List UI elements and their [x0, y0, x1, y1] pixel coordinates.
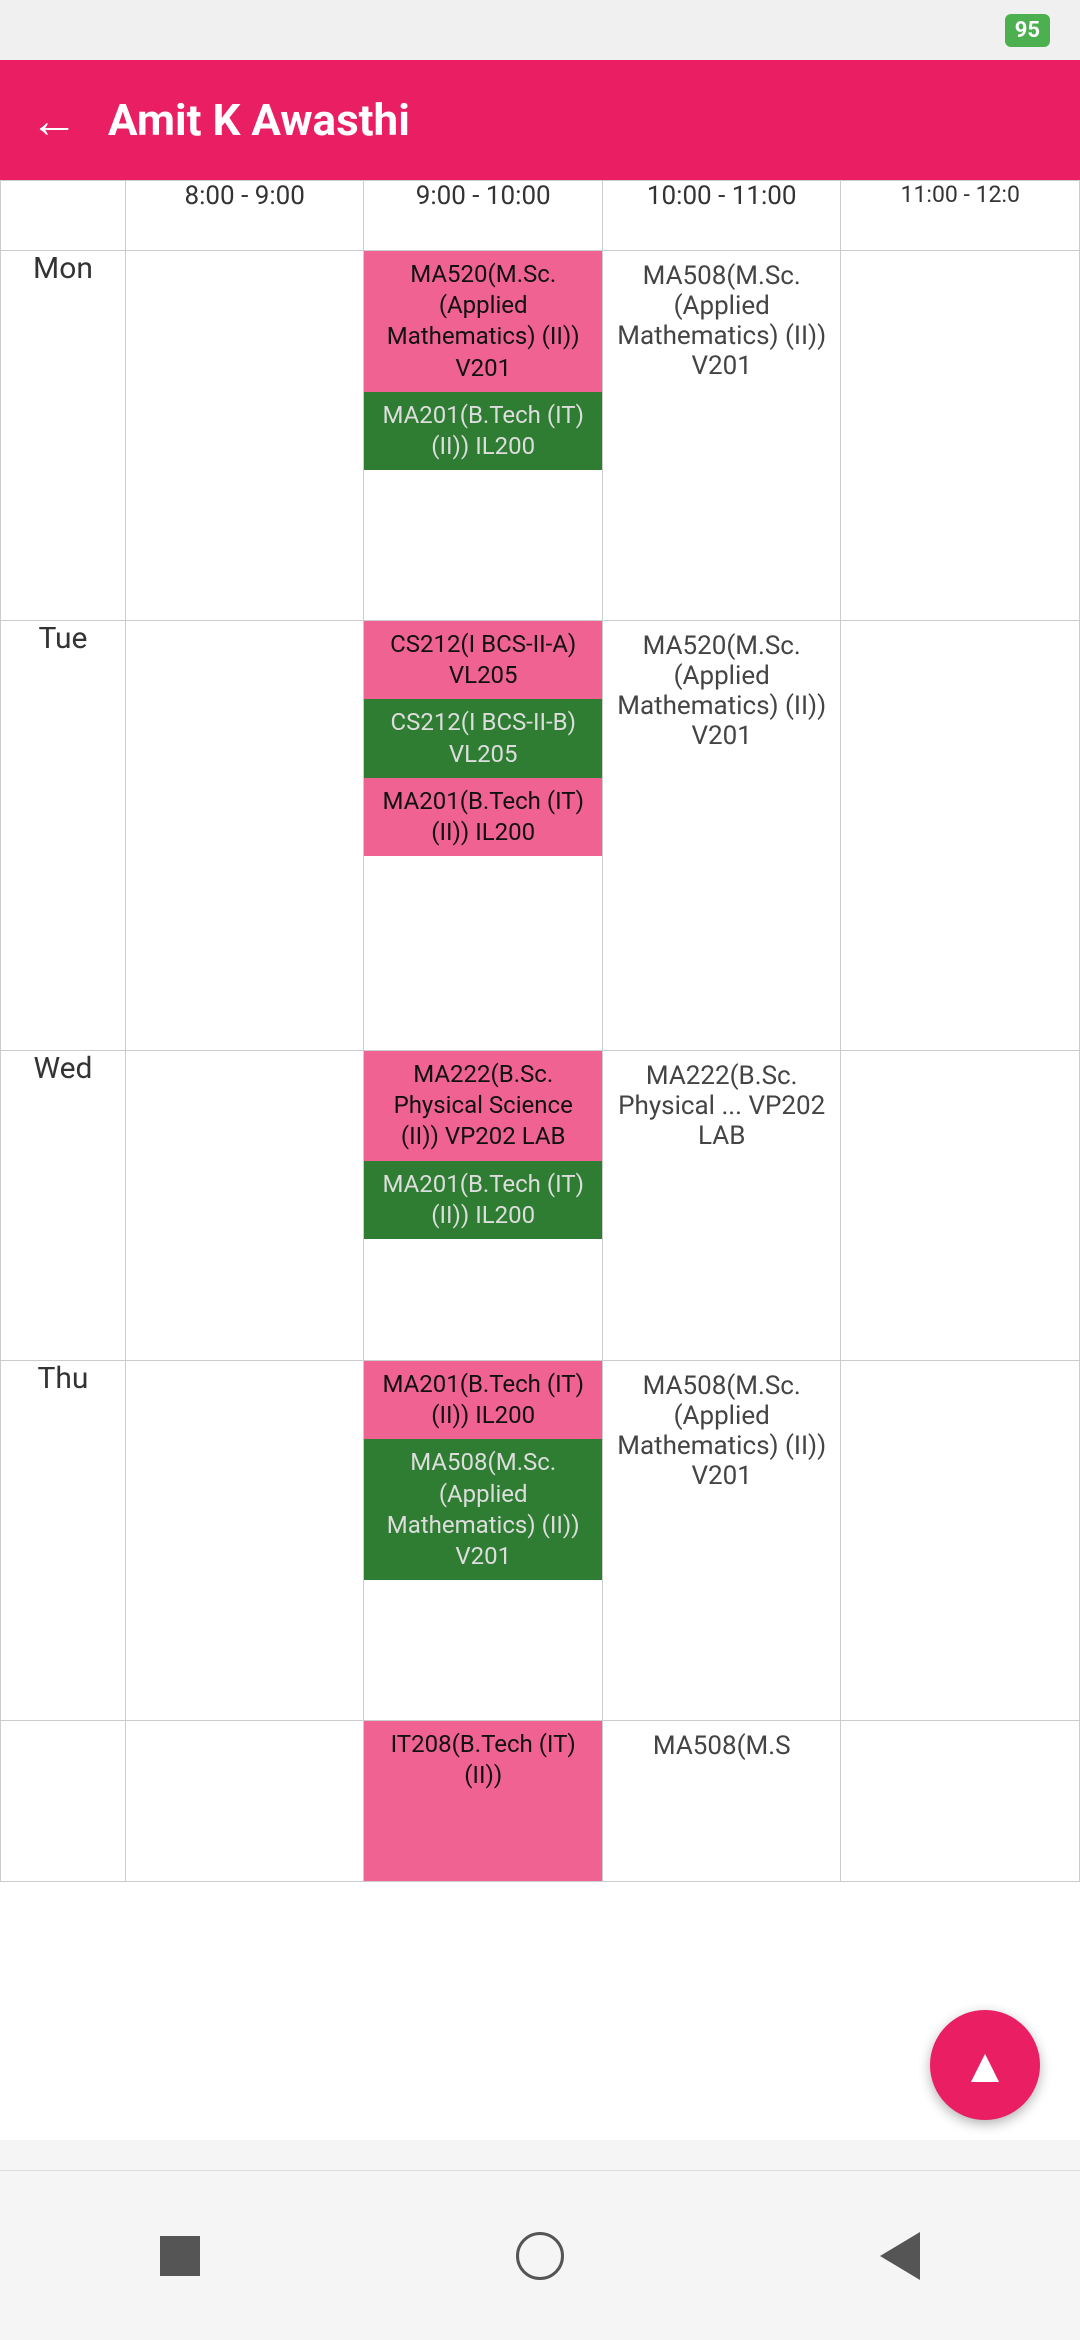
chevron-up-icon: ▲ — [961, 2037, 1009, 2094]
course-block[interactable]: MA508(M.Sc. (Applied Mathematics) (II)) … — [364, 1439, 602, 1580]
table-row: Thu MA201(B.Tech (IT) (II)) IL200 MA508(… — [1, 1361, 1080, 1721]
fri-11-12 — [841, 1721, 1080, 1882]
triangle-icon — [880, 2232, 920, 2280]
tue-11-12 — [841, 621, 1080, 1051]
tue-10-11: MA520(M.Sc. (Applied Mathematics) (II)) … — [602, 621, 841, 1051]
battery-indicator: 95 — [1005, 14, 1050, 47]
timetable-container: 8:00 - 9:00 9:00 - 10:00 10:00 - 11:00 1… — [0, 180, 1080, 2140]
course-block[interactable]: MA201(B.Tech (IT) (II)) IL200 — [364, 1361, 602, 1439]
wed-8-9 — [125, 1051, 364, 1361]
mon-9-10: MA520(M.Sc. (Applied Mathematics) (II)) … — [364, 251, 603, 621]
time-header-4: 11:00 - 12:0 — [841, 181, 1080, 251]
course-block[interactable]: MA201(B.Tech (IT) (II)) IL200 — [364, 392, 602, 470]
thu-9-10: MA201(B.Tech (IT) (II)) IL200 MA508(M.Sc… — [364, 1361, 603, 1721]
square-icon — [160, 2236, 200, 2276]
table-row: Wed MA222(B.Sc. Physical Science (II)) V… — [1, 1051, 1080, 1361]
thu-8-9 — [125, 1361, 364, 1721]
mon-8-9 — [125, 251, 364, 621]
fri-8-9 — [125, 1721, 364, 1882]
back-button[interactable]: ← — [30, 92, 78, 149]
day-label-tue: Tue — [1, 621, 126, 1051]
mon-10-11: MA508(M.Sc. (Applied Mathematics) (II)) … — [602, 251, 841, 621]
corner-cell — [1, 181, 126, 251]
timetable: 8:00 - 9:00 9:00 - 10:00 10:00 - 11:00 1… — [0, 180, 1080, 1882]
time-header-1: 8:00 - 9:00 — [125, 181, 364, 251]
table-row: Mon MA520(M.Sc. (Applied Mathematics) (I… — [1, 251, 1080, 621]
tue-9-10: CS212(I BCS-II-A) VL205 CS212(I BCS-II-B… — [364, 621, 603, 1051]
course-block[interactable]: IT208(B.Tech (IT) (II)) — [364, 1721, 602, 1881]
wed-10-11: MA222(B.Sc. Physical ... VP202 LAB — [602, 1051, 841, 1361]
table-row: Tue CS212(I BCS-II-A) VL205 CS212(I BCS-… — [1, 621, 1080, 1051]
circle-icon — [516, 2232, 564, 2280]
course-block[interactable]: MA201(B.Tech (IT) (II)) IL200 — [364, 1161, 602, 1239]
day-label-thu: Thu — [1, 1361, 126, 1721]
course-block[interactable]: MA201(B.Tech (IT) (II)) IL200 — [364, 778, 602, 856]
tue-8-9 — [125, 621, 364, 1051]
day-label-fri — [1, 1721, 126, 1882]
header-row: 8:00 - 9:00 9:00 - 10:00 10:00 - 11:00 1… — [1, 181, 1080, 251]
wed-9-10: MA222(B.Sc. Physical Science (II)) VP202… — [364, 1051, 603, 1361]
wed-11-12 — [841, 1051, 1080, 1361]
fri-10-11: MA508(M.S — [602, 1721, 841, 1882]
status-bar: 95 — [0, 0, 1080, 60]
thu-11-12 — [841, 1361, 1080, 1721]
back-button-nav[interactable] — [873, 2228, 928, 2283]
scroll-top-button[interactable]: ▲ — [930, 2010, 1040, 2120]
app-header: ← Amit K Awasthi — [0, 60, 1080, 180]
course-block[interactable]: CS212(I BCS-II-B) VL205 — [364, 699, 602, 777]
course-block[interactable]: MA222(B.Sc. Physical Science (II)) VP202… — [364, 1051, 602, 1161]
fri-9-10: IT208(B.Tech (IT) (II)) — [364, 1721, 603, 1882]
day-label-wed: Wed — [1, 1051, 126, 1361]
day-label-mon: Mon — [1, 251, 126, 621]
bottom-navigation — [0, 2170, 1080, 2340]
time-header-3: 10:00 - 11:00 — [602, 181, 841, 251]
stop-button[interactable] — [153, 2228, 208, 2283]
page-title: Amit K Awasthi — [108, 94, 410, 146]
home-button[interactable] — [513, 2228, 568, 2283]
time-header-2: 9:00 - 10:00 — [364, 181, 603, 251]
mon-11-12 — [841, 251, 1080, 621]
thu-10-11: MA508(M.Sc. (Applied Mathematics) (II)) … — [602, 1361, 841, 1721]
course-block[interactable]: CS212(I BCS-II-A) VL205 — [364, 621, 602, 699]
table-row: IT208(B.Tech (IT) (II)) MA508(M.S — [1, 1721, 1080, 1882]
course-block[interactable]: MA520(M.Sc. (Applied Mathematics) (II)) … — [364, 251, 602, 392]
